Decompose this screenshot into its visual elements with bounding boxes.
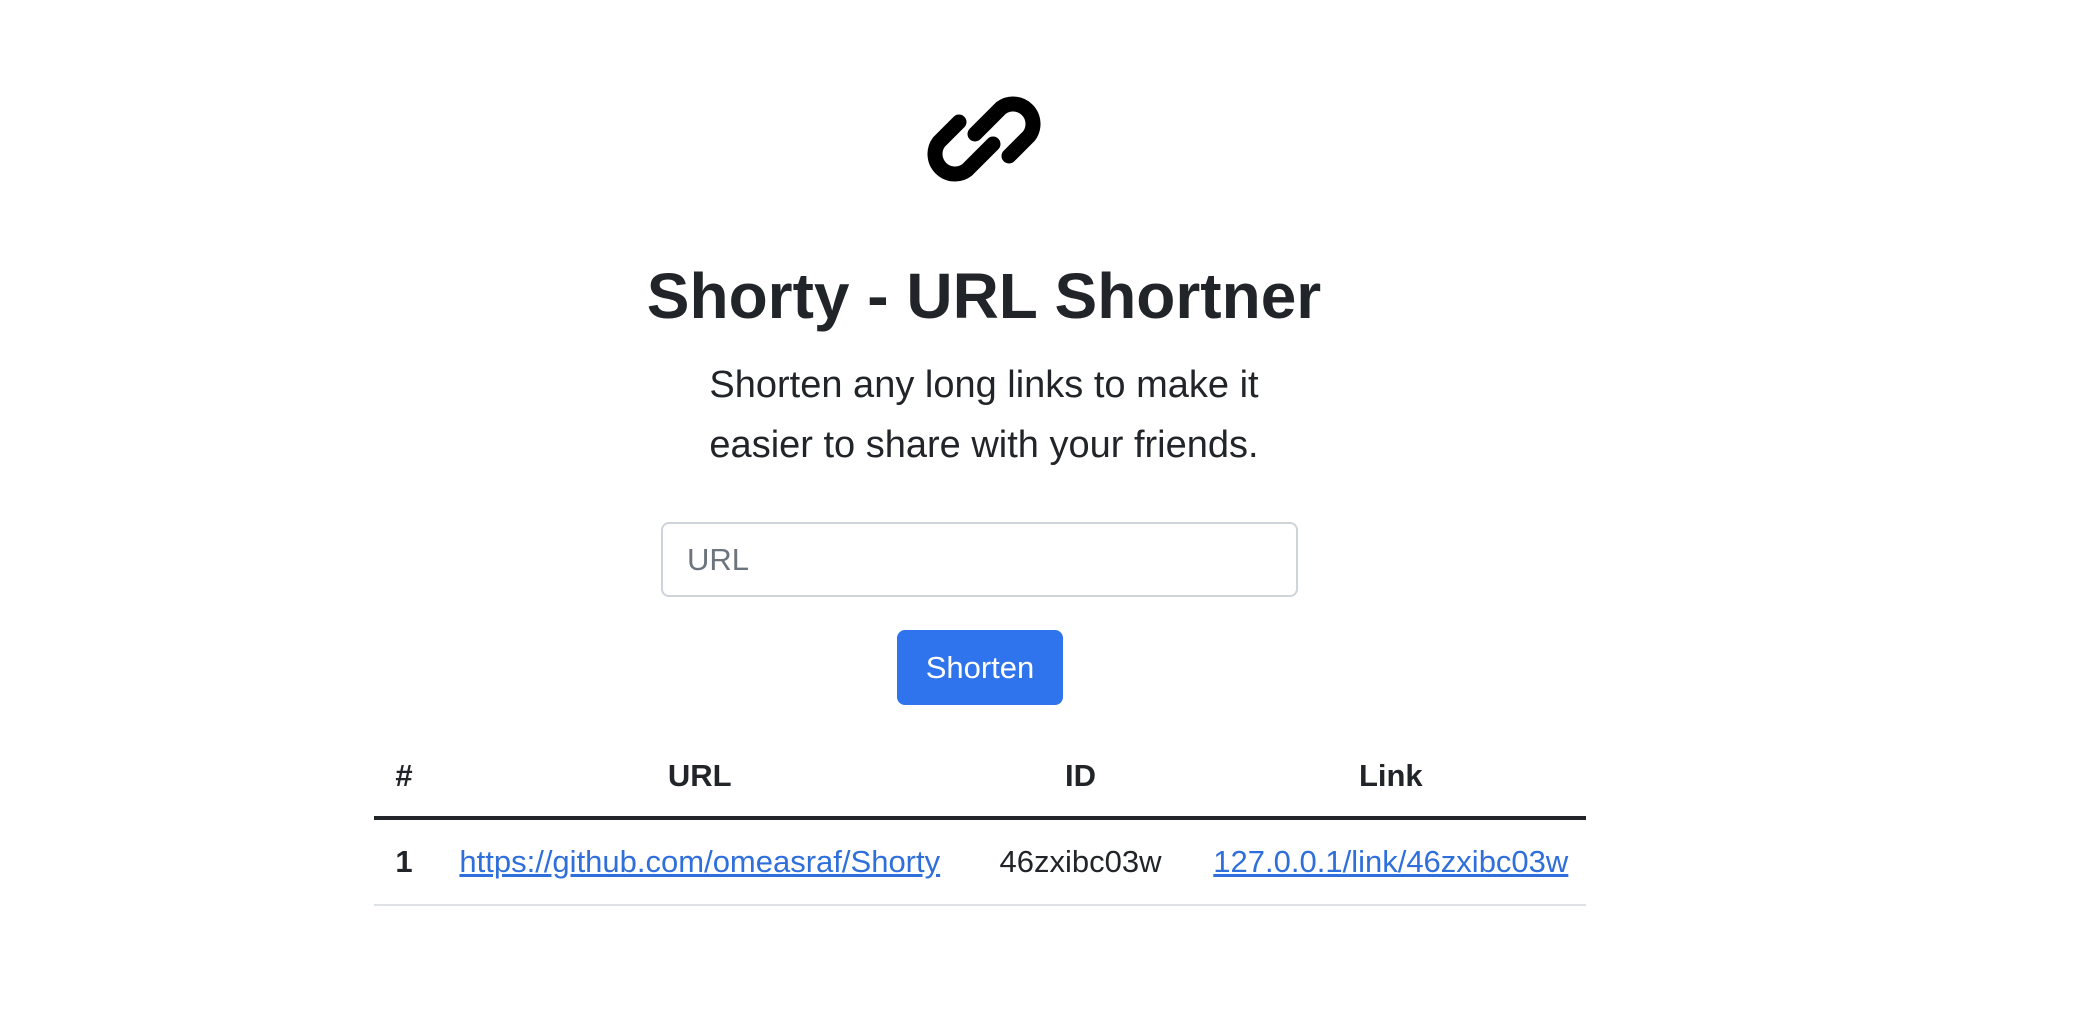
column-header-url: URL — [434, 736, 966, 820]
row-url-cell: https://github.com/omeasraf/Shorty — [434, 818, 966, 906]
table-row: 1 https://github.com/omeasraf/Shorty 46z… — [374, 818, 1586, 906]
column-header-number: # — [374, 736, 435, 820]
row-index: 1 — [374, 818, 435, 906]
link-icon — [917, 72, 1051, 206]
row-link-cell: 127.0.0.1/link/46zxibc03w — [1195, 818, 1586, 906]
short-link[interactable]: 127.0.0.1/link/46zxibc03w — [1213, 844, 1568, 879]
column-header-link: Link — [1195, 736, 1586, 820]
table-header-row: # URL ID Link — [374, 736, 1586, 820]
shorten-button[interactable]: Shorten — [897, 630, 1063, 705]
row-id: 46zxibc03w — [965, 818, 1196, 906]
page-title: Shorty - URL Shortner — [646, 260, 1322, 332]
main-container: Shorty - URL Shortner Shorten any long l… — [0, 0, 1968, 1020]
page-subtitle: Shorten any long links to make it easier… — [709, 364, 1259, 466]
links-table: # URL ID Link 1 https://github.com/omeas… — [374, 736, 1586, 906]
url-input[interactable] — [661, 522, 1298, 597]
original-url-link[interactable]: https://github.com/omeasraf/Shorty — [459, 844, 940, 879]
column-header-id: ID — [965, 736, 1196, 820]
